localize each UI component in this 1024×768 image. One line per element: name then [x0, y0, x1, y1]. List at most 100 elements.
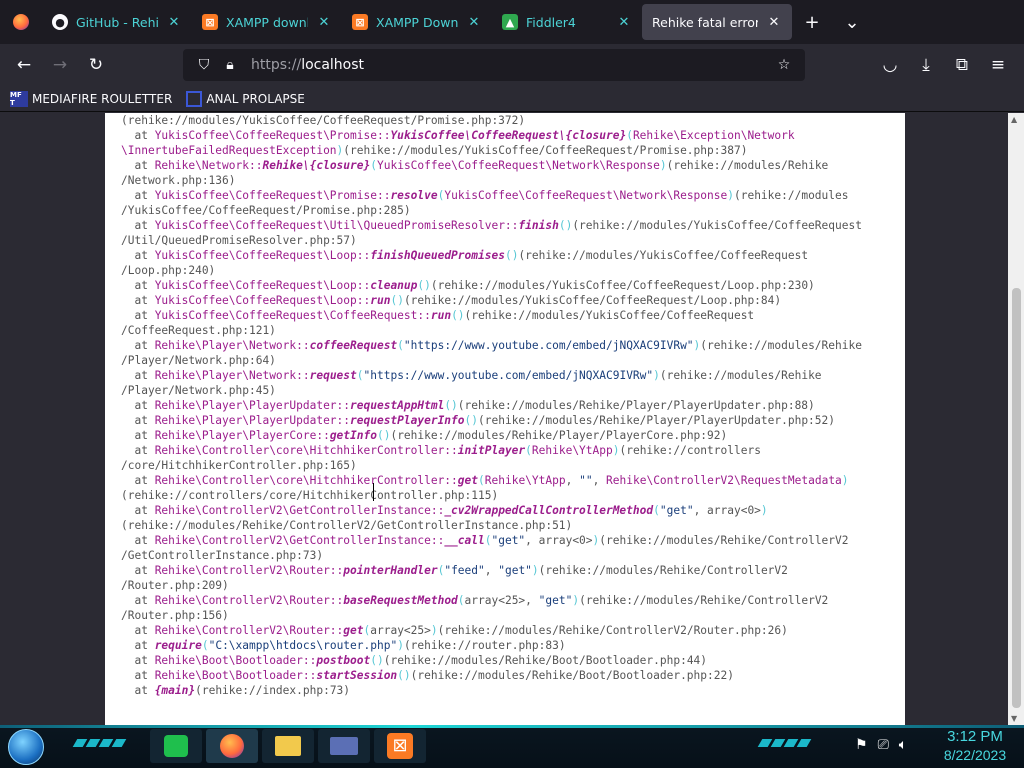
tab-rehike-fatal-error[interactable]: Rehike fatal error ✕ [642, 4, 792, 40]
stack-trace-segment: ) [760, 504, 768, 517]
stack-trace-segment: at [121, 309, 155, 322]
stack-trace-segment: finishQueuedPromises [370, 249, 505, 262]
tab-xampp-download-2[interactable]: ⊠ XAMPP Downloa ✕ [342, 0, 492, 44]
bookmark-star-icon[interactable]: ☆ [771, 57, 797, 73]
pocket-icon[interactable]: ◡ [872, 49, 908, 81]
stack-trace-segment: at [121, 624, 155, 637]
stack-trace-segment: (rehike://controllers [619, 444, 761, 457]
stack-trace-segment: "https://www.youtube.com/embed/jNQXAC9IV… [363, 369, 654, 382]
network-icon[interactable]: ⎚ [878, 737, 889, 753]
start-button[interactable] [8, 729, 44, 765]
close-tab-icon[interactable]: ✕ [166, 15, 182, 30]
downloads-icon[interactable]: ⤓ [908, 49, 944, 81]
stack-trace-segment: at [121, 369, 155, 382]
stack-trace-segment: /Player/Network.php:45) [121, 384, 276, 397]
list-all-tabs-icon[interactable]: ⌄ [832, 0, 872, 44]
tab-label: GitHub - Rehike/ [76, 14, 158, 30]
bookmark-mediafire-rouletter[interactable]: MF T MEDIAFIRE ROULETTER [10, 90, 172, 107]
nav-toolbar: ← → ↻ ⛉ 🔒︎ https://localhost ☆ ◡ ⤓ ⧉ ≡ [0, 44, 1024, 86]
notes-app-icon[interactable] [150, 729, 202, 763]
mediafire-icon: MF T [10, 90, 28, 107]
stack-trace-line: at Rehike\Player\PlayerUpdater::requestP… [121, 413, 901, 428]
taskbar-apps: ⊠ [150, 729, 426, 763]
file-explorer-icon[interactable] [262, 729, 314, 763]
tracking-protection-icon[interactable]: ⛉ [191, 57, 217, 73]
stack-trace-segment: request [309, 369, 357, 382]
reload-button[interactable]: ↻ [78, 49, 114, 81]
lock-icon[interactable]: 🔒︎ [217, 57, 243, 73]
stack-trace-segment: , [565, 474, 580, 487]
stack-trace-segment: Rehike\Player\PlayerUpdater:: [154, 399, 351, 412]
stack-trace-segment: Rehike\ControllerV2\Router:: [154, 624, 344, 637]
stack-trace-segment: at [121, 129, 155, 142]
tab-xampp-download-1[interactable]: ⊠ XAMPP downloa ✕ [192, 0, 342, 44]
back-button[interactable]: ← [6, 49, 42, 81]
stack-trace-segment: _cv2WrappedCallControllerMethod [444, 504, 654, 517]
close-tab-icon[interactable]: ✕ [466, 15, 482, 30]
stack-trace-segment: run [370, 294, 391, 307]
tab-github[interactable]: ● GitHub - Rehike/ ✕ [42, 0, 192, 44]
stack-trace-line: /Router.php:156) [121, 608, 901, 623]
stack-trace-segment: , array<0> [693, 504, 761, 517]
stack-trace-line: /Player/Network.php:45) [121, 383, 901, 398]
stack-trace-segment: (rehike://modules/YukisCoffee/CoffeeRequ… [464, 309, 755, 322]
stack-trace-segment: Rehike\Boot\Bootloader:: [154, 654, 317, 667]
close-tab-icon[interactable]: ✕ [316, 15, 332, 30]
extensions-icon[interactable]: ⧉ [944, 49, 980, 81]
forward-button[interactable]: → [42, 49, 78, 81]
new-tab-button[interactable]: + [792, 0, 832, 44]
clock-time: 3:12 PM [947, 728, 1003, 745]
stack-trace-segment: (rehike://index.php:73) [195, 684, 351, 697]
bookmark-anal-prolapse[interactable]: ANAL PROLAPSE [186, 90, 305, 107]
stack-trace-segment: Rehike\ControllerV2\RequestMetadata [606, 474, 842, 487]
url-bar[interactable]: ⛉ 🔒︎ https://localhost ☆ [183, 49, 805, 81]
stack-trace-segment: "https://www.youtube.com/embed/jNQXAC9IV… [403, 339, 694, 352]
stack-trace-segment: Rehike\Controller\core\HitchhikerControl… [154, 474, 458, 487]
stack-trace-segment: "get" [498, 564, 532, 577]
stack-trace-segment: YukisCoffee\CoffeeRequest\Util\QueuedPro… [154, 219, 519, 232]
stack-trace-segment: at [121, 399, 155, 412]
stack-trace-line: at Rehike\Boot\Bootloader::postboot()(re… [121, 653, 901, 668]
xampp-app-icon[interactable]: ⊠ [374, 729, 426, 763]
stack-trace-line: at Rehike\ControllerV2\GetControllerInst… [121, 503, 901, 518]
scroll-up-icon[interactable]: ▲ [1011, 115, 1017, 124]
stack-trace-segment: () [451, 309, 465, 322]
stack-trace-line: at YukisCoffee\CoffeeRequest\Loop::finis… [121, 248, 901, 263]
app-menu-icon[interactable]: ≡ [980, 49, 1016, 81]
stack-trace-line: /core/HitchhikerController.php:165) [121, 458, 901, 473]
stack-trace-segment: finish [518, 219, 559, 232]
firefox-menu-icon[interactable] [0, 0, 42, 44]
settings-window-icon[interactable] [318, 729, 370, 763]
stack-trace-line: at Rehike\ControllerV2\Router::pointerHa… [121, 563, 901, 578]
stack-trace-segment: Rehike\ControllerV2\GetControllerInstanc… [154, 504, 445, 517]
stack-trace-line: at Rehike\Network::Rehike\{closure}(Yuki… [121, 158, 901, 173]
volume-icon[interactable]: 🔈︎ [899, 737, 907, 753]
stack-trace-segment: (rehike://modules/YukisCoffee/CoffeeRequ… [343, 144, 748, 157]
stack-trace-segment: (rehike://controllers/core/HitchhikerCon… [121, 489, 499, 502]
stack-trace-segment: "C:\xampp\htdocs\router.php" [208, 639, 398, 652]
stack-trace-segment: at [121, 219, 155, 232]
close-tab-icon[interactable]: ✕ [766, 15, 782, 30]
page-scrollbar[interactable]: ▲ ▼ [1008, 113, 1024, 725]
action-center-flag-icon[interactable]: ⚑ [855, 737, 868, 753]
url-text[interactable]: https://localhost [243, 57, 771, 73]
stack-trace-segment: at [121, 639, 155, 652]
stack-trace-segment: at [121, 669, 155, 682]
stack-trace-line: at require("C:\xampp\htdocs\router.php")… [121, 638, 901, 653]
tab-fiddler[interactable]: ▲ Fiddler4 ✕ [492, 0, 642, 44]
stack-trace-segment: /Router.php:209) [121, 579, 229, 592]
scroll-down-icon[interactable]: ▼ [1011, 714, 1017, 723]
firefox-app-icon[interactable] [206, 729, 258, 763]
stack-trace-segment: (rehike://modules/YukisCoffee/CoffeeRequ… [430, 279, 815, 292]
stack-trace-segment: at [121, 654, 155, 667]
stack-trace-line: at Rehike\Player\PlayerUpdater::requestA… [121, 398, 901, 413]
system-clock[interactable]: 3:12 PM 8/22/2023 [930, 728, 1020, 764]
stack-trace-segment: Rehike\Network:: [154, 159, 263, 172]
scrollbar-thumb[interactable] [1012, 288, 1021, 708]
stack-trace-line: /GetControllerInstance.php:73) [121, 548, 901, 563]
taskbar-decoration [72, 739, 127, 749]
close-tab-icon[interactable]: ✕ [616, 15, 632, 30]
stack-trace-segment: getInfo [329, 429, 377, 442]
stack-trace-segment: () [390, 294, 404, 307]
stack-trace-segment: /Util/QueuedPromiseResolver.php:57) [121, 234, 357, 247]
